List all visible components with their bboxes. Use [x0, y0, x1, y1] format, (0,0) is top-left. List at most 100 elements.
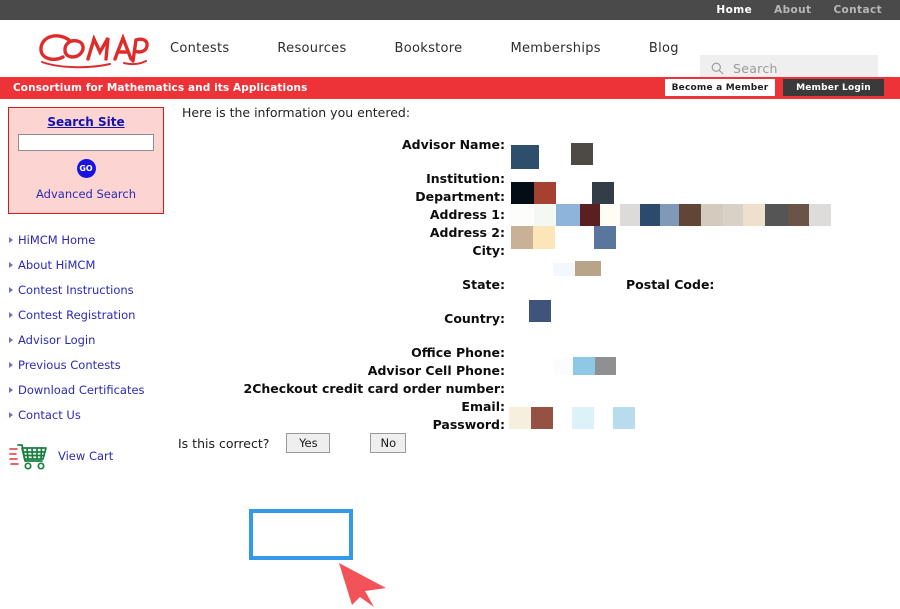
sidebar-item-advisor-login[interactable]: Advisor Login [9, 327, 172, 352]
redaction-block [556, 204, 580, 226]
redaction-block [553, 263, 575, 276]
redaction-block [788, 204, 809, 226]
field-label: Office Phone: [411, 345, 505, 360]
search-icon [711, 62, 724, 75]
annotation-highlight-box [249, 509, 353, 560]
bullet-arrow-icon [9, 286, 13, 293]
no-button[interactable]: No [370, 433, 407, 453]
comap-logo[interactable] [0, 28, 170, 70]
redaction-block [509, 204, 534, 226]
advanced-search-link[interactable]: Advanced Search [18, 187, 154, 201]
field-label: State: [462, 277, 505, 292]
sidebar-item-label: Advisor Login [18, 332, 96, 347]
redaction-block [509, 407, 531, 429]
main-nav: Contests Resources Bookstore Memberships… [170, 41, 727, 56]
member-login-button[interactable]: Member Login [783, 79, 884, 96]
redaction-block [580, 204, 600, 226]
redaction-block [640, 204, 660, 226]
sidebar-item-label: Download Certificates [18, 382, 145, 397]
confirm-question: Is this correct? [178, 435, 270, 451]
nav-item-bookstore[interactable]: Bookstore [395, 41, 463, 56]
sidebar: Search Site GO Advanced Search HiMCM Hom… [0, 99, 172, 471]
redaction-block [809, 204, 831, 226]
redaction-block [571, 143, 593, 165]
redaction-block [572, 407, 594, 429]
redaction-block [743, 204, 765, 226]
sidebar-item-himcm-home[interactable]: HiMCM Home [9, 227, 172, 252]
sidebar-item-contest-instructions[interactable]: Contest Instructions [9, 277, 172, 302]
main-header: Contests Resources Bookstore Memberships… [0, 20, 900, 82]
bullet-arrow-icon [9, 361, 13, 368]
go-button[interactable]: GO [76, 159, 96, 178]
nav-item-contests[interactable]: Contests [170, 41, 229, 56]
bullet-arrow-icon [9, 311, 13, 318]
redacted-values-overlay [509, 137, 900, 437]
bullet-arrow-icon [9, 236, 13, 243]
redaction-block [511, 182, 534, 204]
sidebar-item-label: About HiMCM [18, 257, 96, 272]
redaction-block [600, 204, 620, 226]
field-label: Country: [444, 311, 505, 326]
sidebar-item-label: Contact Us [18, 407, 81, 422]
view-cart-link[interactable]: View Cart [0, 441, 172, 471]
main-content: Here is the information you entered: Adv… [178, 99, 900, 453]
sidebar-item-download-certificates[interactable]: Download Certificates [9, 377, 172, 402]
redaction-block [595, 357, 616, 375]
utility-bar: Home About Contact [0, 0, 900, 20]
sidebar-item-label: Contest Registration [18, 307, 136, 322]
redaction-block [534, 182, 556, 204]
comap-script-logo-icon [39, 32, 149, 68]
sidebar-item-contest-registration[interactable]: Contest Registration [9, 302, 172, 327]
confirm-row: Is this correct? Yes No [178, 433, 407, 453]
view-cart-label: View Cart [58, 449, 114, 463]
header-search-placeholder: Search [733, 61, 778, 76]
redaction-block [765, 204, 788, 226]
sidebar-item-about-himcm[interactable]: About HiMCM [9, 252, 172, 277]
bullet-arrow-icon [9, 411, 13, 418]
tagline-text: Consortium for Mathematics and its Appli… [13, 82, 308, 94]
redaction-block [613, 407, 635, 429]
annotation-arrow-icon [339, 563, 386, 607]
field-label: Advisor Cell Phone: [367, 363, 505, 378]
redaction-block [511, 226, 533, 249]
redaction-block [594, 226, 616, 249]
field-label: City: [472, 243, 505, 258]
sidebar-search-input[interactable] [18, 134, 154, 151]
utility-link-about[interactable]: About [774, 4, 811, 16]
nav-item-memberships[interactable]: Memberships [510, 41, 600, 56]
sidebar-item-previous-contests[interactable]: Previous Contests [9, 352, 172, 377]
sidebar-search-panel: Search Site GO Advanced Search [8, 107, 164, 214]
redaction-block [592, 182, 614, 204]
redaction-block [534, 204, 556, 226]
redaction-block [679, 204, 701, 226]
intro-text: Here is the information you entered: [182, 105, 411, 120]
redaction-block [531, 407, 553, 429]
yes-button[interactable]: Yes [286, 433, 331, 453]
sidebar-item-contact-us[interactable]: Contact Us [9, 402, 172, 427]
sidebar-item-label: Contest Instructions [18, 282, 134, 297]
redaction-block [660, 204, 679, 226]
nav-item-resources[interactable]: Resources [277, 41, 346, 56]
field-label: Address 1: [429, 207, 505, 222]
bullet-arrow-icon [9, 336, 13, 343]
redaction-block [529, 300, 551, 322]
bullet-arrow-icon [9, 386, 13, 393]
field-label: 2Checkout credit card order number: [243, 381, 505, 396]
redaction-block [573, 357, 595, 375]
sidebar-item-label: Previous Contests [18, 357, 121, 372]
page-body: Search Site GO Advanced Search HiMCM Hom… [0, 99, 900, 607]
redaction-block [723, 204, 743, 226]
nav-item-blog[interactable]: Blog [649, 41, 679, 56]
redaction-block [701, 204, 723, 226]
redaction-block [511, 145, 539, 169]
utility-link-home[interactable]: Home [716, 4, 752, 16]
shopping-cart-icon [9, 444, 47, 470]
become-a-member-button[interactable]: Become a Member [665, 79, 775, 96]
field-label: Department: [415, 189, 505, 204]
utility-link-contact[interactable]: Contact [833, 4, 882, 16]
sidebar-nav-list: HiMCM Home About HiMCM Contest Instructi… [0, 227, 172, 427]
tagline-bar: Consortium for Mathematics and its Appli… [0, 77, 900, 99]
field-label: Advisor Name: [402, 137, 505, 152]
bullet-arrow-icon [9, 261, 13, 268]
field-label: Institution: [426, 171, 505, 186]
